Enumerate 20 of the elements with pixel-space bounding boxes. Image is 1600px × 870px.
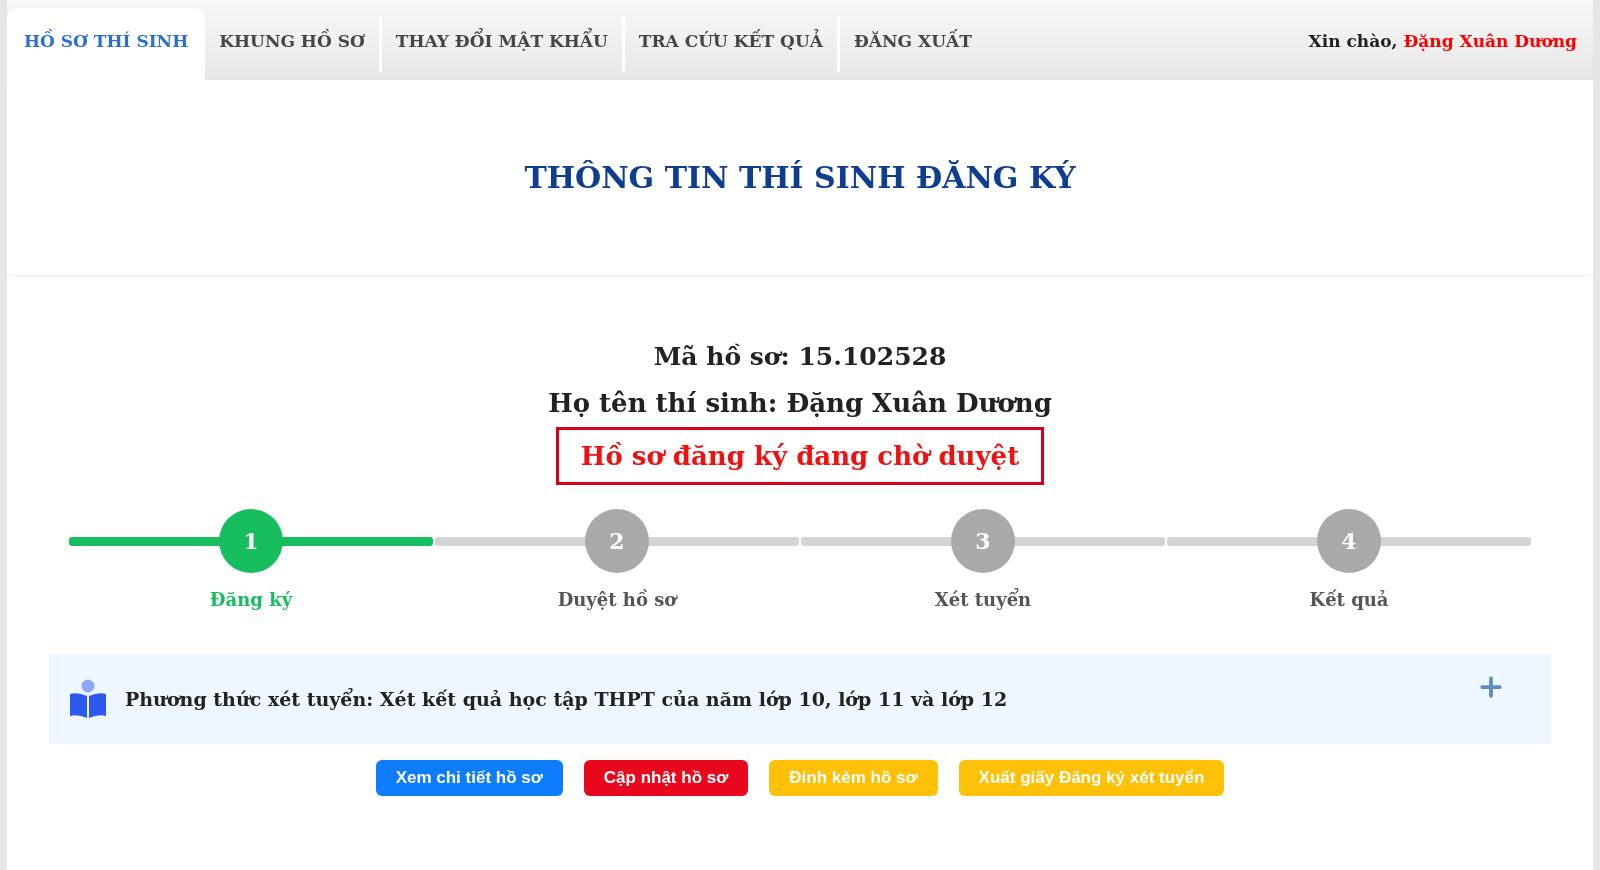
action-button[interactable]: Cập nhật hồ sơ <box>583 760 749 796</box>
admission-method-text: Phương thức xét tuyển: Xét kết quả học tập THPT của năm lớp 10, lớp 11 và lớp 12 <box>125 686 1008 712</box>
step-label: Kết quả <box>1309 588 1389 612</box>
action-button[interactable]: Xem chi tiết hồ sơ <box>375 760 563 796</box>
reader-book-icon <box>68 679 108 719</box>
admission-method-panel[interactable]: Phương thức xét tuyển: Xét kết quả học tập THPT của năm lớp 10, lớp 11 và lớp 12 <box>49 654 1551 744</box>
greeting-text: Xin chào, <box>1308 30 1398 54</box>
nav-tab[interactable]: ĐĂNG XUẤT <box>839 8 986 80</box>
step-label: Đăng ký <box>209 588 293 612</box>
nav-tab[interactable]: THAY ĐỔI MẬT KHẨU <box>381 8 622 80</box>
user-name: Đặng Xuân Dương <box>1403 30 1577 54</box>
status-notice: Hồ sơ đăng ký đang chờ duyệt <box>556 427 1044 485</box>
step-label: Xét tuyển <box>934 587 1032 612</box>
nav-tab[interactable]: TRA CỨU KẾT QUẢ <box>624 8 837 80</box>
profile-code: Mã hồ sơ: 15.102528 <box>653 341 947 373</box>
nav-tab[interactable]: KHUNG HỒ SƠ <box>205 8 379 80</box>
page-title: THÔNG TIN THÍ SINH ĐĂNG KÝ <box>524 159 1076 197</box>
nav-tab[interactable]: HỒ SƠ THÍ SINH <box>7 8 206 80</box>
step-label: Duyệt hồ sơ <box>557 588 677 612</box>
candidate-name: Họ tên thí sinh: Đặng Xuân Dương <box>548 387 1052 420</box>
